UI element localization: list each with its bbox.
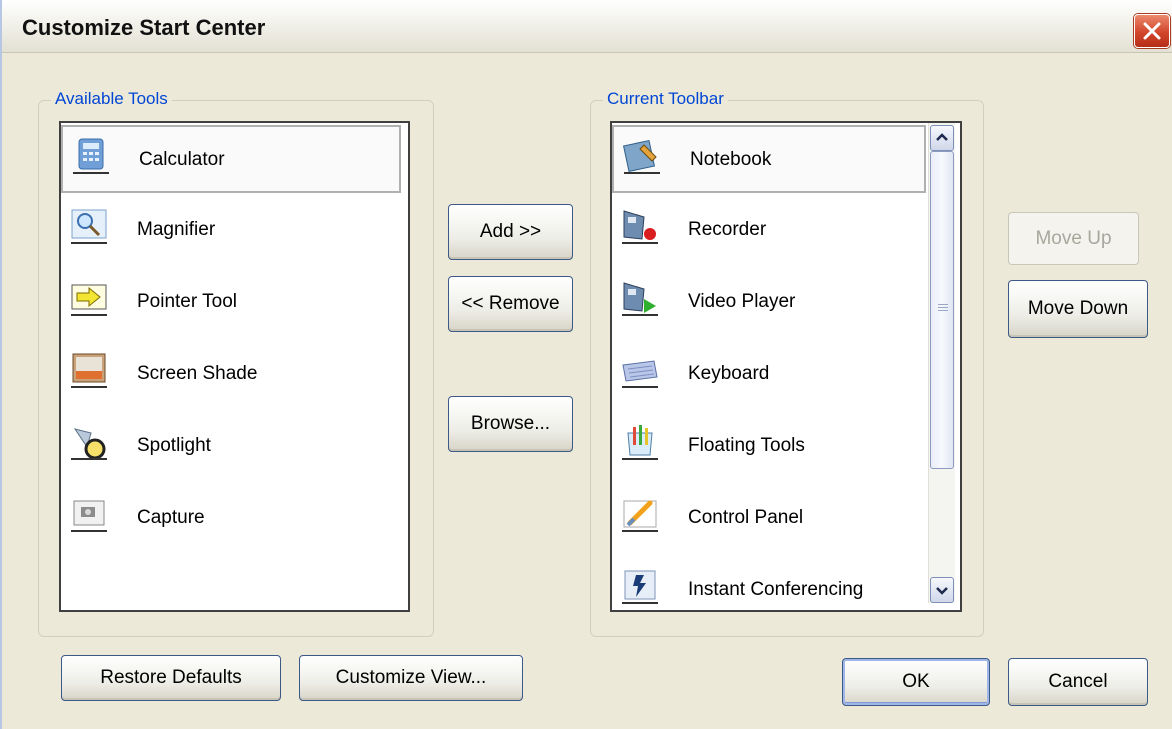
notebook-icon (622, 139, 660, 174)
recorder-icon (622, 210, 658, 244)
list-item-label: Floating Tools (688, 435, 805, 456)
move-up-button[interactable]: Move Up (1008, 212, 1139, 265)
magnifier-icon (71, 209, 107, 244)
calculator-icon (73, 138, 109, 174)
list-item-label: Recorder (688, 219, 767, 240)
list-item-label: Pointer Tool (137, 291, 237, 312)
list-item-label: Capture (137, 507, 205, 528)
customize-start-center-dialog: Customize Start Center Available Tools C… (0, 0, 1172, 729)
chevron-up-icon (936, 133, 948, 141)
list-item-capture[interactable]: Capture (61, 485, 401, 553)
vertical-scrollbar[interactable] (928, 123, 955, 603)
list-item-label: Notebook (690, 149, 772, 170)
list-item-notebook[interactable]: Notebook (612, 125, 926, 193)
list-item-control-panel[interactable]: Control Panel (612, 485, 926, 553)
list-item-instant-conferencing[interactable]: Instant Conferencing (612, 557, 926, 610)
list-item-keyboard[interactable]: Keyboard (612, 341, 926, 409)
control-panel-icon (622, 500, 658, 532)
list-item-calculator[interactable]: Calculator (61, 125, 401, 193)
current-toolbar-legend: Current Toolbar (603, 89, 728, 109)
cancel-button[interactable]: Cancel (1008, 658, 1148, 706)
list-item-label: Control Panel (688, 507, 804, 528)
browse-button[interactable]: Browse... (448, 396, 573, 452)
scroll-thumb[interactable] (930, 151, 954, 469)
list-item-floating-tools[interactable]: Floating Tools (612, 413, 926, 481)
list-item-video-player[interactable]: Video Player (612, 269, 926, 337)
screen-shade-icon (71, 353, 107, 388)
customize-view-button[interactable]: Customize View... (299, 655, 523, 701)
list-item-label: Keyboard (688, 363, 770, 384)
keyboard-icon (622, 360, 658, 388)
instant-conferencing-icon (622, 570, 658, 604)
remove-button[interactable]: << Remove (448, 276, 573, 332)
scroll-down-button[interactable] (930, 577, 954, 603)
list-item-label: Magnifier (137, 219, 216, 240)
spotlight-icon (71, 428, 107, 460)
restore-defaults-button[interactable]: Restore Defaults (61, 655, 281, 701)
list-item-pointer-tool[interactable]: Pointer Tool (61, 269, 401, 337)
capture-icon (71, 500, 107, 532)
list-item-label: Video Player (688, 291, 796, 312)
current-toolbar-list[interactable]: Notebook Recorder Video Player Keyboard … (610, 121, 962, 612)
floating-tools-icon (622, 425, 658, 460)
list-item-label: Calculator (139, 149, 225, 170)
list-item-magnifier[interactable]: Magnifier (61, 197, 401, 265)
close-button[interactable] (1134, 14, 1170, 48)
title-bar: Customize Start Center (2, 0, 1172, 53)
close-icon (1143, 22, 1161, 40)
video-player-icon (622, 282, 658, 316)
list-item-spotlight[interactable]: Spotlight (61, 413, 401, 481)
available-tools-legend: Available Tools (51, 89, 172, 109)
chevron-down-icon (936, 587, 948, 595)
scroll-up-button[interactable] (930, 125, 954, 151)
pointer-tool-icon (71, 284, 107, 316)
list-item-recorder[interactable]: Recorder (612, 197, 926, 265)
list-item-screen-shade[interactable]: Screen Shade (61, 341, 401, 409)
list-item-label: Instant Conferencing (688, 579, 864, 600)
list-item-label: Screen Shade (137, 363, 258, 384)
available-tools-list[interactable]: Calculator Magnifier Pointer Tool Screen… (59, 121, 410, 612)
list-item-label: Spotlight (137, 435, 211, 456)
add-button[interactable]: Add >> (448, 204, 573, 260)
ok-button[interactable]: OK (842, 658, 990, 706)
dialog-title: Customize Start Center (22, 15, 266, 40)
move-down-button[interactable]: Move Down (1008, 280, 1148, 338)
